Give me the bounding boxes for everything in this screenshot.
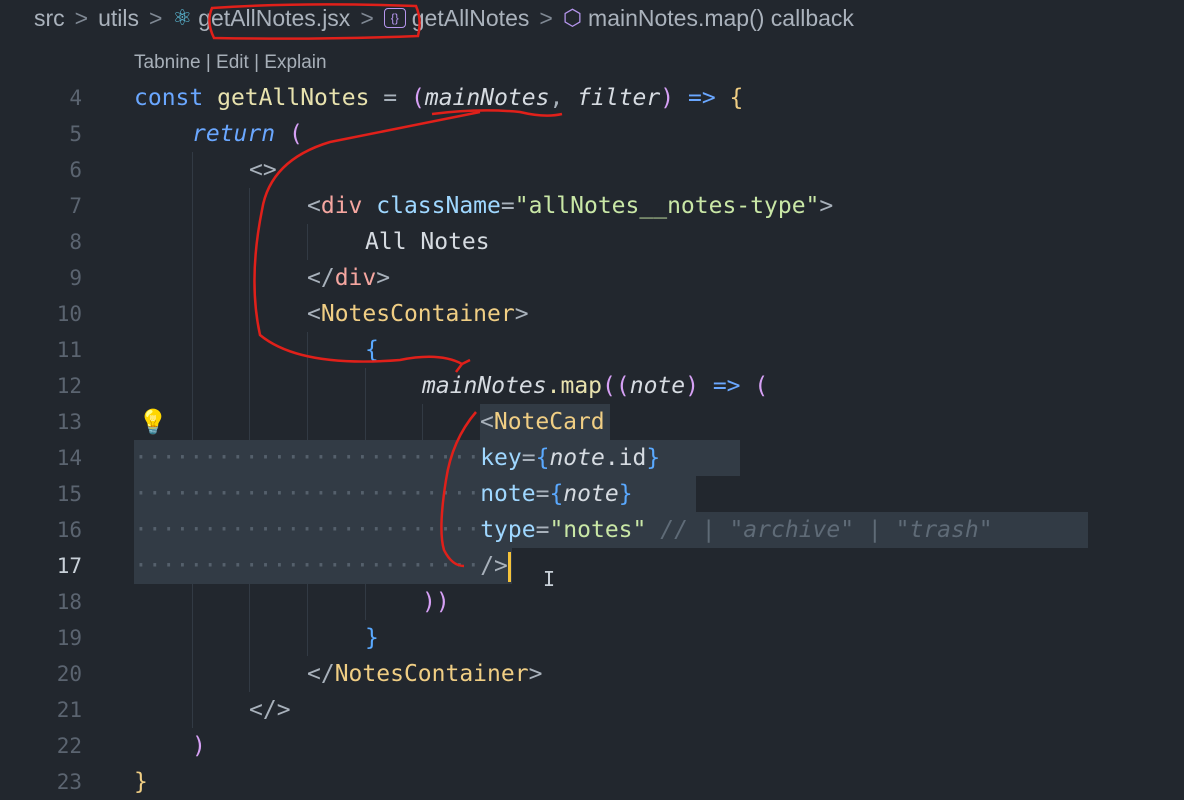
line-number: 6: [69, 158, 82, 182]
code-text: ): [192, 733, 206, 759]
breadcrumb-separator: >: [149, 4, 163, 31]
ibeam-cursor-icon: I: [543, 567, 556, 591]
code-line: 11 {: [0, 332, 1184, 368]
code-text: </>: [249, 697, 291, 723]
line-number: 11: [56, 338, 82, 362]
code-text: }: [365, 625, 379, 651]
code-line: 18 )): [0, 584, 1184, 620]
react-icon: ⚛: [172, 5, 193, 30]
code-text: <div className="allNotes__notes-type">: [307, 193, 834, 219]
line-number: 9: [69, 266, 82, 290]
code-line: 12 mainNotes.map((note) => (: [0, 368, 1184, 404]
line-number: 14: [56, 446, 82, 470]
line-number: 19: [56, 626, 82, 650]
breadcrumb-item-callback[interactable]: mainNotes.map() callback: [588, 5, 854, 32]
code-line: 17 ·························/>: [0, 548, 1184, 584]
code-line: 22 ): [0, 728, 1184, 764]
code-text: mainNotes.map((note) => (: [422, 373, 769, 399]
code-line: 13 💡 <NoteCard: [0, 404, 1184, 440]
breadcrumb-separator: >: [74, 4, 89, 31]
code-line: 6 <>: [0, 152, 1184, 188]
code-text: <NotesContainer>: [307, 301, 529, 327]
line-number: 15: [56, 482, 82, 506]
code-line: 5 return (: [0, 116, 1184, 152]
line-number: 23: [56, 770, 82, 794]
code-line: 15 ·························note={note}: [0, 476, 1184, 512]
breadcrumb-separator: >: [360, 4, 374, 31]
line-number: 20: [56, 662, 82, 686]
line-number: 17: [56, 554, 82, 578]
code-line: 23 }: [0, 764, 1184, 800]
code-text: }: [134, 769, 148, 795]
code-line: 19 }: [0, 620, 1184, 656]
code-text: return (: [192, 121, 303, 147]
breadcrumb-separator: >: [539, 4, 553, 31]
code-text: </div>: [307, 265, 391, 291]
breadcrumb-item-file[interactable]: getAllNotes.jsx: [198, 5, 350, 32]
code-line: 16 ·························type="notes"…: [0, 512, 1184, 548]
code-text: ·························type="notes" //…: [134, 517, 993, 543]
line-number: 22: [56, 734, 82, 758]
code-line: 7 <div className="allNotes__notes-type">: [0, 188, 1184, 224]
variable-symbol-icon: {}: [383, 8, 406, 28]
code-text: const getAllNotes = (mainNotes, filter) …: [134, 85, 744, 111]
code-text: ·························note={note}: [134, 481, 633, 507]
line-number: 21: [56, 698, 82, 722]
line-number: 4: [69, 86, 82, 110]
code-line: 8 All Notes: [0, 224, 1184, 260]
code-line: 10 <NotesContainer>: [0, 296, 1184, 332]
code-text: {: [365, 337, 379, 363]
code-line: 20 </NotesContainer>: [0, 656, 1184, 692]
method-cube-icon: ⬡: [562, 5, 583, 30]
code-text: ·························key={note.id}: [134, 445, 661, 471]
line-number: 18: [56, 590, 82, 614]
code-line: 14 ·························key={note.id…: [0, 440, 1184, 476]
code-text: <NoteCard: [480, 409, 605, 435]
code-text: </NotesContainer>: [307, 661, 543, 687]
breadcrumb-item-src[interactable]: src: [34, 5, 65, 32]
code-text: )): [422, 589, 450, 615]
line-number: 16: [56, 518, 82, 542]
line-number: 8: [69, 230, 82, 254]
line-number: 12: [56, 374, 82, 398]
code-line: 9 </div>: [0, 260, 1184, 296]
code-text: ·························/>: [134, 548, 511, 584]
code-line: 21 </>: [0, 692, 1184, 728]
line-number: 13: [56, 410, 82, 434]
line-number: 7: [69, 194, 82, 218]
breadcrumb: src > utils > ⚛ getAllNotes.jsx > {} get…: [0, 0, 1184, 36]
breadcrumb-item-utils[interactable]: utils: [98, 5, 139, 32]
code-text: All Notes: [365, 229, 490, 255]
code-line: 4 const getAllNotes = (mainNotes, filter…: [0, 80, 1184, 116]
tabnine-codelens[interactable]: Tabnine | Edit | Explain: [134, 52, 327, 74]
lightbulb-icon[interactable]: 💡: [138, 404, 168, 440]
code-text: <>: [249, 157, 277, 183]
line-number: 10: [56, 302, 82, 326]
breadcrumb-item-function[interactable]: getAllNotes: [412, 5, 530, 32]
text-cursor: [507, 551, 511, 582]
line-number: 5: [69, 122, 82, 146]
